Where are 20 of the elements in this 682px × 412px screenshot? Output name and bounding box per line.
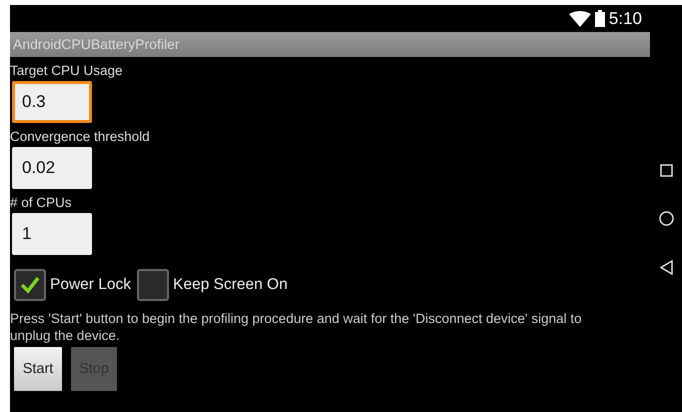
app-title-bar: AndroidCPUBatteryProfiler [10,32,650,57]
back-icon[interactable] [660,260,672,275]
checkbox[interactable] [14,269,46,301]
input-field[interactable]: 1 [12,213,92,255]
input-field[interactable]: 0.3 [12,81,92,123]
wifi-icon [568,10,591,26]
field-label: # of CPUs [10,194,72,211]
check-icon [19,274,41,296]
input-field[interactable]: 0.02 [12,147,92,189]
field-label: Target CPU Usage [10,62,123,79]
checkbox[interactable] [136,269,169,301]
battery-icon [594,10,605,27]
instructions-text: Press 'Start' button to begin the profiling procedure and wait for the 'Disconnect device' signal to unplug the device. [10,310,583,344]
circle-icon[interactable] [658,211,674,226]
start-button[interactable]: Start [14,347,62,391]
checkbox-label[interactable]: Power Lock [50,276,131,294]
clock: 5:10 [608,8,642,28]
checkbox-label[interactable]: Keep Screen On [172,276,288,294]
field-label: Convergence threshold [10,128,150,145]
square-icon[interactable] [660,164,672,177]
